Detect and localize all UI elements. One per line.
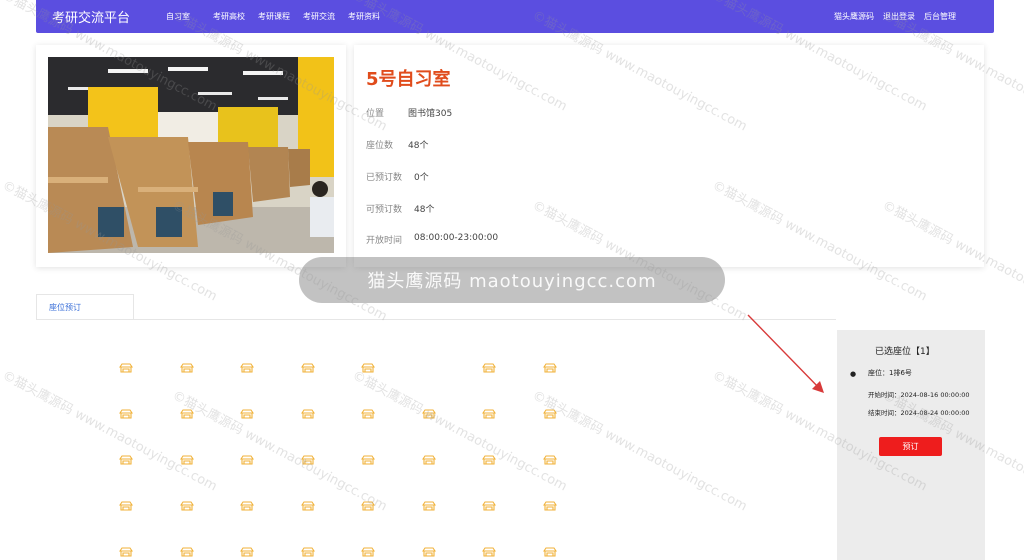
- available-label: 可预订数: [366, 205, 403, 215]
- available-value: 48个: [414, 205, 435, 215]
- seat-icon[interactable]: [179, 546, 194, 558]
- nav-links: 自习室 考研高校 考研课程 考研交流 考研资料: [166, 11, 393, 22]
- logout-link[interactable]: 退出登录: [883, 11, 915, 22]
- brand-title[interactable]: 考研交流平台: [52, 7, 166, 26]
- seat-icon[interactable]: [300, 454, 315, 466]
- page: 考研交流平台 自习室 考研高校 考研课程 考研交流 考研资料 猫头鹰源码 退出登…: [0, 0, 1024, 560]
- seat-icon[interactable]: [119, 500, 133, 512]
- seat-icon[interactable]: [300, 362, 315, 374]
- end-time: 结束时间：2024-08-24 00:00:00: [868, 409, 970, 417]
- top-nav: 考研交流平台 自习室 考研高校 考研课程 考研交流 考研资料 猫头鹰源码 退出登…: [36, 0, 994, 33]
- location-value: 图书馆305: [408, 109, 453, 119]
- info-row-seat-count: 座位数 48个: [366, 138, 428, 151]
- info-row-location: 位置 图书馆305: [366, 106, 452, 119]
- nav-link-study-room[interactable]: 自习室: [166, 11, 190, 22]
- seat-icon[interactable]: [119, 362, 133, 374]
- booked-value: 0个: [414, 173, 429, 183]
- seat-icon[interactable]: [240, 362, 254, 374]
- seat-icon[interactable]: [119, 546, 133, 558]
- admin-link[interactable]: 后台管理: [924, 11, 956, 22]
- seat-icon[interactable]: [179, 500, 194, 512]
- seat-icon[interactable]: [482, 546, 496, 558]
- seat-icon[interactable]: [179, 408, 194, 420]
- seat-icon[interactable]: [119, 408, 133, 420]
- nav-link-materials[interactable]: 考研资料: [348, 11, 380, 22]
- info-row-hours: 开放时间 08:00:00-23:00:00: [366, 233, 498, 246]
- seat-icon[interactable]: [361, 454, 375, 466]
- seat-count-value: 48个: [408, 141, 429, 151]
- seat-icon[interactable]: [300, 408, 315, 420]
- seat-icon[interactable]: [240, 454, 254, 466]
- seat-icon[interactable]: [482, 454, 496, 466]
- book-button[interactable]: 预订: [879, 437, 942, 456]
- watermark-text: ©猫头鹰源码 www.maotouyingcc.com: [529, 388, 750, 515]
- nav-link-source[interactable]: 猫头鹰源码: [834, 11, 874, 22]
- hours-label: 开放时间: [366, 236, 403, 246]
- seat-icon[interactable]: [240, 500, 254, 512]
- hours-value: 08:00:00-23:00:00: [414, 233, 499, 243]
- seat-icon[interactable]: [240, 408, 254, 420]
- seat-icon[interactable]: [542, 408, 557, 420]
- watermark-pill: 猫头鹰源码 maotouyingcc.com: [299, 257, 725, 303]
- info-row-available: 可预订数 48个: [366, 202, 434, 215]
- seat-icon[interactable]: [179, 454, 194, 466]
- seat-icon[interactable]: [361, 408, 375, 420]
- nav-right: 猫头鹰源码 退出登录 后台管理: [834, 11, 956, 22]
- seat-icon[interactable]: [421, 454, 436, 466]
- bullet-icon: ●: [850, 370, 857, 378]
- tab-seat-booking[interactable]: 座位预订: [36, 294, 134, 320]
- seat-icon[interactable]: [240, 546, 254, 558]
- selection-panel: 已选座位【1】 ● 座位：1排6号 开始时间：2024-08-16 00:00:…: [837, 330, 985, 560]
- seat-icon[interactable]: [482, 362, 496, 374]
- seat-icon[interactable]: [361, 362, 375, 374]
- nav-link-courses[interactable]: 考研课程: [258, 11, 290, 22]
- location-label: 位置: [366, 109, 385, 119]
- seat-icon[interactable]: [542, 500, 557, 512]
- nav-link-exchange[interactable]: 考研交流: [303, 11, 335, 22]
- seat-icon[interactable]: [421, 408, 436, 420]
- seat-icon[interactable]: [361, 500, 375, 512]
- seat-icon[interactable]: [482, 500, 496, 512]
- room-title: 5号自习室: [366, 69, 451, 90]
- seat-icon[interactable]: [542, 362, 557, 374]
- watermark-text: ©猫头鹰源码 www.maotouyingcc.com: [349, 368, 570, 495]
- seat-icon[interactable]: [421, 500, 436, 512]
- seat-icon[interactable]: [542, 546, 557, 558]
- seat-icon[interactable]: [361, 546, 375, 558]
- arrow-annotation: [747, 314, 824, 393]
- tab-divider: [36, 319, 836, 320]
- seat-icon[interactable]: [300, 500, 315, 512]
- start-time: 开始时间：2024-08-16 00:00:00: [868, 391, 970, 399]
- nav-link-universities[interactable]: 考研高校: [213, 11, 245, 22]
- booked-label: 已预订数: [366, 173, 403, 183]
- seat-icon[interactable]: [482, 408, 496, 420]
- selected-seat: 座位：1排6号: [868, 369, 912, 377]
- seat-icon[interactable]: [542, 454, 557, 466]
- seat-count-label: 座位数: [366, 141, 394, 151]
- room-photo: [48, 57, 334, 253]
- room-photo-card: [36, 45, 346, 267]
- watermark-text: ©猫头鹰源码 www.maotouyingcc.com: [169, 388, 390, 515]
- seat-icon[interactable]: [421, 546, 436, 558]
- watermark-text: ©猫头鹰源码 www.maotouyingcc.com: [0, 368, 220, 495]
- seat-icon[interactable]: [300, 546, 315, 558]
- seat-icon[interactable]: [119, 454, 133, 466]
- info-row-booked: 已预订数 0个: [366, 170, 429, 183]
- selection-title: 已选座位【1】: [875, 347, 935, 357]
- seat-icon[interactable]: [179, 362, 194, 374]
- room-info-card: 5号自习室 位置 图书馆305 座位数 48个 已预订数 0个 可预订数 48个…: [354, 45, 984, 267]
